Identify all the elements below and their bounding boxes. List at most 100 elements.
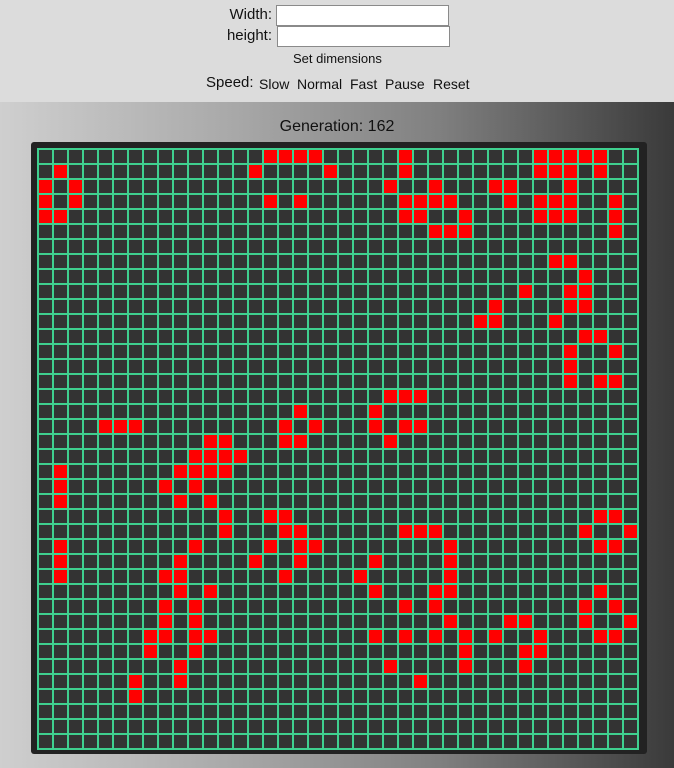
dead-cell[interactable] — [189, 210, 202, 223]
dead-cell[interactable] — [249, 600, 262, 613]
live-cell[interactable] — [414, 390, 427, 403]
dead-cell[interactable] — [534, 600, 547, 613]
dead-cell[interactable] — [354, 585, 367, 598]
dead-cell[interactable] — [69, 555, 82, 568]
dead-cell[interactable] — [444, 495, 457, 508]
dead-cell[interactable] — [624, 540, 637, 553]
live-cell[interactable] — [309, 540, 322, 553]
dead-cell[interactable] — [234, 495, 247, 508]
dead-cell[interactable] — [534, 435, 547, 448]
dead-cell[interactable] — [489, 690, 502, 703]
live-cell[interactable] — [579, 525, 592, 538]
dead-cell[interactable] — [354, 645, 367, 658]
live-cell[interactable] — [384, 660, 397, 673]
dead-cell[interactable] — [369, 450, 382, 463]
dead-cell[interactable] — [414, 735, 427, 748]
dead-cell[interactable] — [579, 690, 592, 703]
live-cell[interactable] — [429, 525, 442, 538]
live-cell[interactable] — [609, 345, 622, 358]
dead-cell[interactable] — [609, 240, 622, 253]
dead-cell[interactable] — [609, 705, 622, 718]
dead-cell[interactable] — [189, 165, 202, 178]
dead-cell[interactable] — [234, 210, 247, 223]
dead-cell[interactable] — [519, 555, 532, 568]
dead-cell[interactable] — [324, 510, 337, 523]
dead-cell[interactable] — [324, 345, 337, 358]
dead-cell[interactable] — [54, 585, 67, 598]
live-cell[interactable] — [429, 195, 442, 208]
dead-cell[interactable] — [579, 705, 592, 718]
live-cell[interactable] — [564, 285, 577, 298]
dead-cell[interactable] — [279, 390, 292, 403]
dead-cell[interactable] — [99, 600, 112, 613]
dead-cell[interactable] — [369, 495, 382, 508]
dead-cell[interactable] — [339, 585, 352, 598]
dead-cell[interactable] — [459, 165, 472, 178]
dead-cell[interactable] — [144, 285, 157, 298]
dead-cell[interactable] — [99, 210, 112, 223]
dead-cell[interactable] — [279, 645, 292, 658]
dead-cell[interactable] — [174, 480, 187, 493]
dead-cell[interactable] — [264, 330, 277, 343]
dead-cell[interactable] — [69, 285, 82, 298]
live-cell[interactable] — [459, 660, 472, 673]
dead-cell[interactable] — [99, 450, 112, 463]
live-cell[interactable] — [564, 255, 577, 268]
dead-cell[interactable] — [429, 255, 442, 268]
dead-cell[interactable] — [549, 570, 562, 583]
dead-cell[interactable] — [114, 150, 127, 163]
dead-cell[interactable] — [519, 720, 532, 733]
dead-cell[interactable] — [294, 615, 307, 628]
dead-cell[interactable] — [399, 330, 412, 343]
dead-cell[interactable] — [234, 270, 247, 283]
dead-cell[interactable] — [399, 465, 412, 478]
dead-cell[interactable] — [564, 465, 577, 478]
live-cell[interactable] — [414, 420, 427, 433]
dead-cell[interactable] — [444, 435, 457, 448]
live-cell[interactable] — [579, 270, 592, 283]
dead-cell[interactable] — [549, 300, 562, 313]
live-cell[interactable] — [69, 195, 82, 208]
dead-cell[interactable] — [69, 150, 82, 163]
dead-cell[interactable] — [324, 465, 337, 478]
dead-cell[interactable] — [249, 615, 262, 628]
live-cell[interactable] — [564, 195, 577, 208]
dead-cell[interactable] — [249, 645, 262, 658]
dead-cell[interactable] — [459, 300, 472, 313]
dead-cell[interactable] — [384, 585, 397, 598]
dead-cell[interactable] — [129, 390, 142, 403]
live-cell[interactable] — [534, 645, 547, 658]
live-cell[interactable] — [624, 615, 637, 628]
dead-cell[interactable] — [459, 585, 472, 598]
dead-cell[interactable] — [189, 240, 202, 253]
dead-cell[interactable] — [294, 330, 307, 343]
dead-cell[interactable] — [534, 180, 547, 193]
dead-cell[interactable] — [564, 570, 577, 583]
dead-cell[interactable] — [114, 525, 127, 538]
dead-cell[interactable] — [189, 435, 202, 448]
dead-cell[interactable] — [534, 525, 547, 538]
dead-cell[interactable] — [144, 435, 157, 448]
live-cell[interactable] — [144, 630, 157, 643]
dead-cell[interactable] — [129, 480, 142, 493]
dead-cell[interactable] — [309, 390, 322, 403]
live-cell[interactable] — [189, 615, 202, 628]
dead-cell[interactable] — [504, 645, 517, 658]
dead-cell[interactable] — [594, 255, 607, 268]
dead-cell[interactable] — [309, 585, 322, 598]
live-cell[interactable] — [594, 165, 607, 178]
dead-cell[interactable] — [294, 180, 307, 193]
dead-cell[interactable] — [579, 390, 592, 403]
dead-cell[interactable] — [609, 285, 622, 298]
dead-cell[interactable] — [39, 465, 52, 478]
dead-cell[interactable] — [354, 315, 367, 328]
height-input[interactable] — [277, 26, 450, 47]
dead-cell[interactable] — [294, 225, 307, 238]
dead-cell[interactable] — [384, 195, 397, 208]
dead-cell[interactable] — [399, 735, 412, 748]
dead-cell[interactable] — [114, 510, 127, 523]
dead-cell[interactable] — [534, 720, 547, 733]
dead-cell[interactable] — [429, 165, 442, 178]
dead-cell[interactable] — [339, 720, 352, 733]
dead-cell[interactable] — [594, 240, 607, 253]
